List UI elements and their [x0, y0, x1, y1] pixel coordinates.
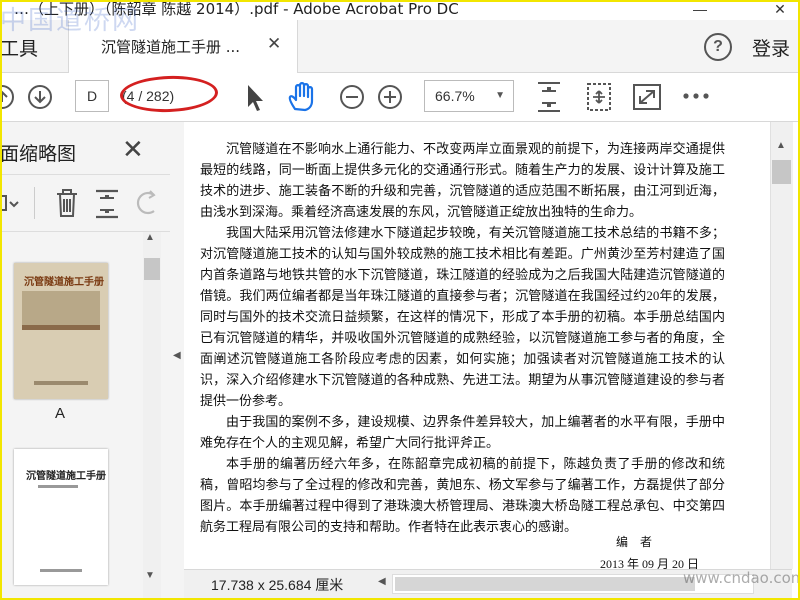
tab-tools[interactable]: 工具 — [0, 34, 38, 61]
divider — [34, 187, 35, 219]
rotate-pan-icon[interactable] — [584, 81, 614, 113]
annotation-oval — [119, 74, 219, 114]
chevron-down-icon: ▼ — [495, 90, 505, 101]
cover-band — [22, 325, 100, 330]
thumbnail-book-title: 沉管隧道施工手册 — [24, 277, 104, 288]
signature: 编 者 — [616, 535, 653, 549]
chevron-left-icon[interactable]: ◀ — [173, 350, 181, 361]
extract-pages-icon[interactable] — [92, 187, 122, 219]
panel-collapse-bar[interactable]: ◀ — [170, 122, 184, 600]
thumbnail-label: A — [55, 405, 66, 422]
zoom-out-icon[interactable] — [338, 83, 366, 111]
scroll-left-icon[interactable]: ◀ — [378, 576, 386, 587]
watermark-logo: 中国道桥网 — [0, 6, 141, 36]
paragraph: 沉管隧道在不影响水上通行能力、不改变两岸立面景观的前提下，为连接两岸交通提供最短… — [200, 141, 725, 219]
pdf-page: 沉管隧道在不影响水上通行能力、不改变两岸立面景观的前提下，为连接两岸交通提供最短… — [184, 122, 770, 569]
next-page-icon[interactable] — [26, 83, 54, 111]
cover-image — [22, 291, 100, 325]
page-text: 沉管隧道在不影响水上通行能力、不改变两岸立面景观的前提下，为连接两岸交通提供最短… — [200, 138, 725, 537]
previous-page-icon[interactable] — [0, 83, 16, 111]
panel-title: 页面缩略图 — [0, 143, 77, 165]
close-window-button[interactable]: ✕ — [760, 0, 800, 20]
document-scroll-thumb[interactable] — [772, 160, 791, 184]
thumbnail-list: 沉管隧道施工手册 A 沉管隧道施工手册 — [0, 231, 162, 600]
zoom-value: 66.7% — [435, 88, 475, 104]
document-view[interactable]: 沉管隧道在不影响水上通行能力、不改变两岸立面景观的前提下，为连接两岸交通提供最短… — [184, 122, 770, 569]
select-arrow-icon[interactable] — [244, 83, 266, 113]
thumbnail-panel: 页面缩略图 ✕ 沉管隧道施工手册 A 沉管隧道施工手册 — [0, 122, 171, 600]
help-icon[interactable]: ? — [704, 33, 732, 61]
page-size-readout: 17.738 x 25.684 厘米 — [211, 577, 344, 593]
paragraph: 由于我国的案例不多，建设规模、边界条件差异较大，加上编著者的水平有限，手册中难免… — [200, 414, 725, 450]
panel-toolbar — [0, 174, 170, 232]
login-button[interactable]: 登录 — [752, 34, 790, 61]
paragraph: 本手册的编著历经六年多，在陈韶章完成初稿的前提下，陈越负责了手册的修改和统稿，曾… — [200, 456, 725, 534]
more-options-icon[interactable] — [682, 91, 710, 101]
publisher-line — [40, 569, 82, 572]
minimize-button[interactable]: — — [680, 0, 720, 20]
page-thumbnail-title[interactable]: 沉管隧道施工手册 — [14, 449, 108, 585]
signature-date: 2013 年 09 月 20 日 — [600, 557, 700, 569]
watermark-url: www.cndao.com — [683, 569, 800, 587]
page-number-input[interactable]: D — [75, 80, 109, 112]
scroll-down-icon[interactable]: ▼ — [145, 570, 155, 581]
trash-icon[interactable] — [54, 187, 80, 219]
options-dropdown-icon[interactable] — [0, 193, 20, 215]
panel-scrollbar[interactable]: ▲ ▼ — [143, 232, 161, 600]
horizontal-scroll-thumb[interactable] — [395, 577, 695, 591]
paragraph: 我国大陆采用沉管法修建水下隧道起步较晚，有关沉管隧道施工技术总结的书籍不多；对沉… — [200, 225, 725, 408]
hand-tool-icon[interactable] — [286, 81, 320, 113]
undo-icon[interactable] — [134, 189, 160, 217]
panel-scroll-thumb[interactable] — [144, 258, 160, 280]
fullscreen-icon[interactable] — [632, 83, 662, 111]
author-line — [38, 485, 78, 488]
zoom-select[interactable]: 66.7% ▼ — [424, 80, 514, 112]
tab-close-icon[interactable]: ✕ — [267, 34, 281, 54]
thumbnail-book-title: 沉管隧道施工手册 — [26, 471, 106, 482]
fit-page-icon[interactable] — [534, 79, 564, 115]
scroll-up-icon[interactable]: ▲ — [776, 140, 786, 151]
toolbar: D (4 / 282) 66.7% ▼ — [0, 73, 800, 122]
close-icon[interactable]: ✕ — [122, 136, 144, 162]
scroll-up-icon[interactable]: ▲ — [145, 232, 155, 243]
page-thumbnail-cover[interactable]: 沉管隧道施工手册 — [14, 263, 108, 399]
document-scrollbar[interactable]: ▲ — [770, 122, 793, 569]
zoom-in-icon[interactable] — [376, 83, 404, 111]
tab-document-label: 沉管隧道施工手册 ... — [101, 38, 241, 56]
publisher-mark — [34, 381, 88, 385]
